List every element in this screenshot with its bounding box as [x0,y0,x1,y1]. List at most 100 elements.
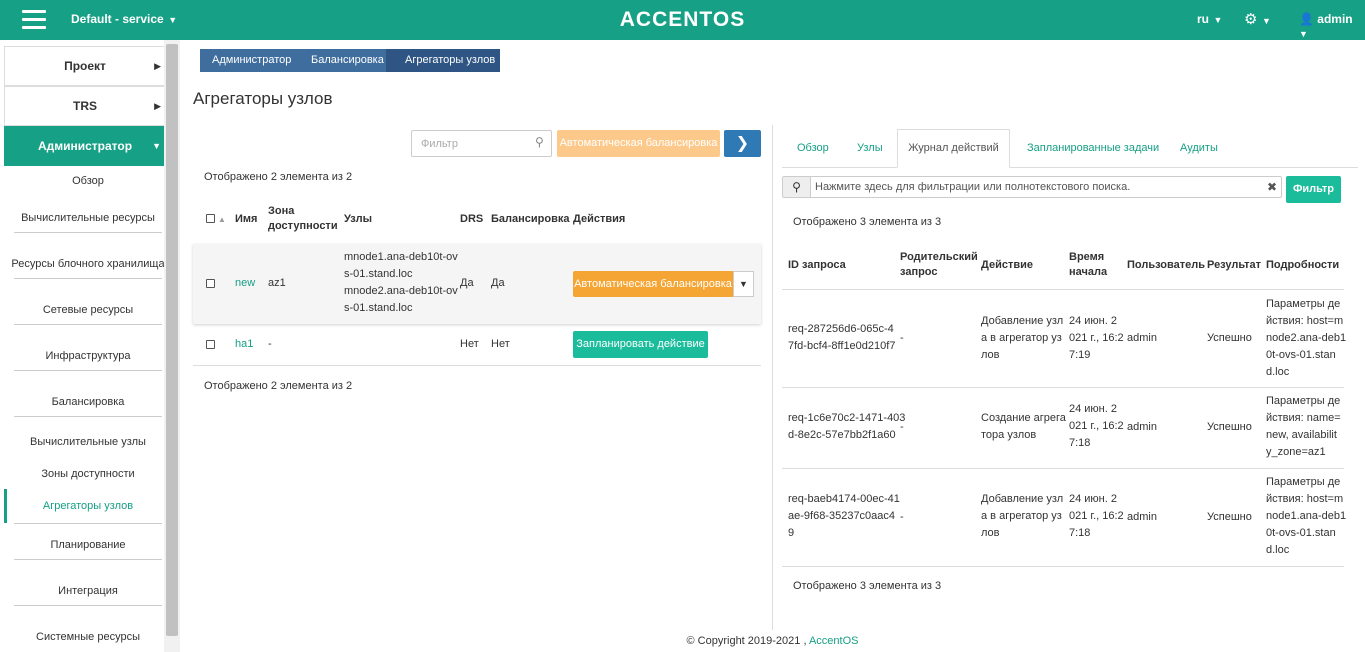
sidebar-item-overview[interactable]: Обзор [14,175,162,187]
action-line: Добавление узл [981,493,1064,505]
details-value: Параметры де йствия: host=m node2.ana-deb1… [1266,296,1346,381]
parent-request-value: - [900,511,904,523]
column-header-zone[interactable]: Зона доступности [268,204,338,234]
time-line: 021 г., 16:2 [1069,332,1124,344]
tab-audits[interactable]: Аудиты [1180,142,1218,154]
details-line: 0t-ovs-01.stan [1266,527,1336,539]
aggregate-name-link[interactable]: ha1 [235,336,253,353]
nodes-line: mnode1.ana-deb10t-ov [344,251,458,263]
column-header-time-line2: начала [1069,266,1108,278]
action-line: тора узлов [981,429,1037,441]
search-group: ⚲ ✖ [782,176,1282,198]
request-id-line: d-8e2c-57e7bb2f1a60 [788,429,896,441]
row-checkbox[interactable] [206,340,215,349]
auto-balance-button[interactable]: Автоматическая балансировка [573,271,733,297]
sidebar: Проект ▶ TRS ▶ Администратор ▼ Обзор Вычисл… [0,40,180,652]
aggregate-name-link[interactable]: new [235,275,255,292]
sidebar-item-project[interactable]: Проект ▶ [4,46,166,86]
action-dropdown-toggle[interactable]: ▼ [733,271,754,297]
user-value: admin [1127,332,1157,344]
sidebar-item-balancing[interactable]: Балансировка [14,396,162,408]
divider [782,387,1344,388]
divider [782,289,1344,290]
accentos-link[interactable]: AccentOS [809,635,859,647]
details-value: Параметры де йствия: name= new, availabili… [1266,393,1341,461]
row-checkbox[interactable] [206,279,215,288]
tab-action-log[interactable]: Журнал действий [897,129,1010,168]
divider [14,605,162,606]
sidebar-item-availability-zones[interactable]: Зоны доступности [14,468,162,480]
tab-scheduled-tasks[interactable]: Запланированные задачи [1027,142,1159,154]
action-line: лов [981,349,1000,361]
drs-value: Да [460,277,474,289]
start-time-value: 24 июн. 2 021 г., 16:2 7:19 [1069,313,1124,364]
fulltext-search-input[interactable] [815,179,1255,195]
details-line: node2.ana-deb1 [1266,332,1347,344]
sidebar-item-network[interactable]: Сетевые ресурсы [14,304,162,316]
sidebar-item-planning[interactable]: Планирование [14,539,162,551]
search-icon[interactable]: ⚲ [783,177,811,197]
divider [14,370,162,371]
time-line: 021 г., 16:2 [1069,510,1124,522]
column-header-action[interactable]: Действие [981,258,1033,273]
chevron-right-icon: ▶ [154,61,161,71]
divider [14,559,162,560]
request-id-line: req-287256d6-065c-4 [788,323,894,335]
tab-overview[interactable]: Обзор [797,142,829,154]
divider [14,278,162,279]
language-selector[interactable]: ru ▼ [1197,12,1222,26]
column-header-result[interactable]: Результат [1207,258,1261,273]
sidebar-item-admin[interactable]: Администратор ▼ [4,126,166,166]
divider [193,365,761,366]
user-icon: 👤 [1299,12,1314,26]
details-line: йствия: host=m [1266,493,1344,505]
filter-button[interactable]: Фильтр [1286,176,1341,203]
column-header-balancing[interactable]: Балансировка [491,212,569,227]
start-time-value: 24 июн. 2 021 г., 16:2 7:18 [1069,491,1124,542]
nodes-line: s-01.stand.loc [344,268,413,280]
sidebar-scrollbar-thumb[interactable] [166,44,178,636]
sidebar-item-integration[interactable]: Интеграция [14,585,162,597]
sidebar-item-compute-nodes[interactable]: Вычислительные узлы [14,436,162,448]
column-header-parent-request[interactable]: Родительский запрос [900,250,978,280]
sidebar-item-infrastructure[interactable]: Инфраструктура [14,350,162,362]
next-arrow-button[interactable]: ❯ [724,130,761,157]
zone-value: az1 [268,277,286,289]
filter-input[interactable] [411,130,552,157]
select-all-checkbox[interactable] [206,214,215,223]
details-line: d.loc [1266,544,1290,556]
column-header-name[interactable]: Имя [235,212,257,227]
column-header-zone-line1: Зона [268,205,295,217]
tab-bar-line [782,167,1358,168]
column-header-details[interactable]: Подробности [1266,258,1339,273]
column-header-nodes[interactable]: Узлы [344,212,372,227]
clear-icon[interactable]: ✖ [1267,180,1277,194]
action-line: лов [981,527,1000,539]
column-header-start-time[interactable]: Время начала [1069,250,1107,280]
chevron-down-icon: ▼ [739,279,748,289]
tab-nodes[interactable]: Узлы [857,142,883,154]
page-title: Агрегаторы узлов [193,89,333,108]
sort-icon[interactable]: ▲ [218,212,226,227]
user-menu[interactable]: 👤 admin ▼ [1299,12,1365,40]
sidebar-item-host-aggregates[interactable]: Агрегаторы узлов [14,500,162,512]
breadcrumb-balancing[interactable]: Балансировка [294,49,386,72]
sidebar-item-compute[interactable]: Вычислительные ресурсы [14,212,162,224]
column-header-drs[interactable]: DRS [460,212,483,227]
sidebar-item-block-storage[interactable]: Ресурсы блочного хранилища [8,258,168,270]
auto-balance-button-disabled: Автоматическая балансировка [557,130,720,157]
chevron-down-icon: ▼ [1259,16,1271,26]
request-id-line: ae-9f68-35237c0aac4 [788,510,896,522]
divider [14,416,162,417]
item-count-top: Отображено 3 элемента из 3 [793,216,942,228]
breadcrumb-admin[interactable]: Администратор [200,49,294,72]
panel-divider [772,125,773,630]
sidebar-item-trs[interactable]: TRS ▶ [4,86,166,126]
column-header-request-id[interactable]: ID запроса [788,258,846,273]
column-header-user[interactable]: Пользователь [1127,258,1205,273]
divider [14,232,162,233]
sidebar-item-system-resources[interactable]: Системные ресурсы [14,631,162,643]
settings-menu[interactable]: ⚙ ▼ [1244,10,1271,28]
schedule-action-button[interactable]: Запланировать действие [573,331,708,358]
column-header-time-line1: Время [1069,251,1105,263]
